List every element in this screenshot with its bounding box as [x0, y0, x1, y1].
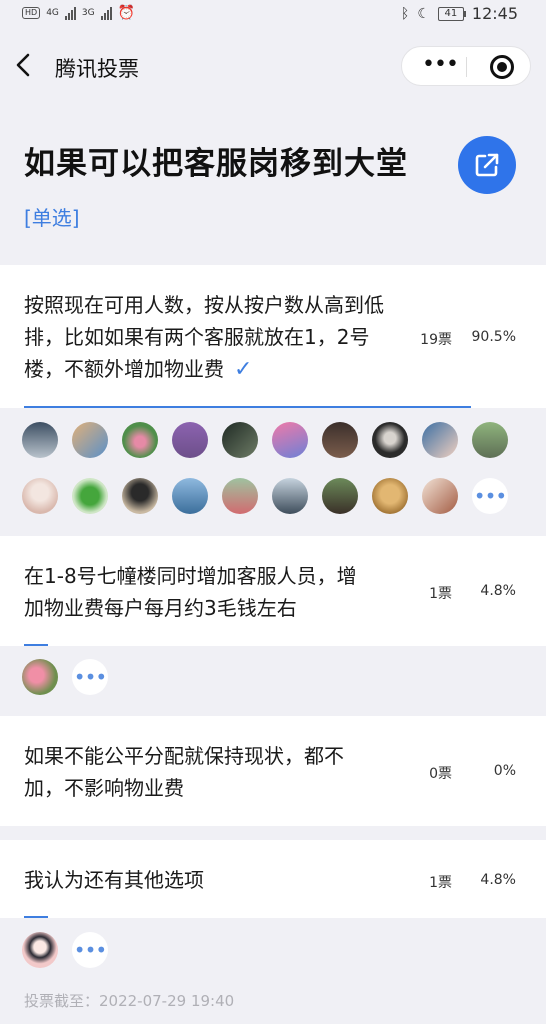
option-card[interactable]: 在1-8号七幢楼同时增加客服人员，增加物业费每户每月约3毛钱左右 1票 4.8% — [0, 536, 546, 646]
voter-avatars: ••• — [22, 659, 108, 695]
share-button[interactable] — [458, 136, 516, 194]
check-icon: ✓ — [234, 357, 253, 382]
status-right: ᛒ ☾ 41 12:45 — [401, 4, 518, 23]
option-label: 如果不能公平分配就保持现状，都不加，不影响物业费 — [24, 744, 344, 800]
bluetooth-icon: ᛒ — [400, 5, 410, 22]
network-label-2: 3G — [81, 8, 95, 18]
network-label-1: 4G — [46, 8, 59, 18]
avatar[interactable] — [172, 422, 208, 458]
avatar[interactable] — [422, 478, 458, 514]
external-link-icon — [475, 153, 499, 177]
vote-deadline: 投票截至：2022-07-29 19:40 — [24, 992, 235, 1010]
avatar[interactable] — [172, 478, 208, 514]
voter-avatars — [22, 422, 508, 458]
option-label: 在1-8号七幢楼同时增加客服人员，增加物业费每户每月约3毛钱左右 — [24, 564, 357, 620]
avatar[interactable] — [22, 932, 58, 968]
progress-fill — [24, 644, 48, 646]
avatar[interactable] — [22, 659, 58, 695]
option-card[interactable]: 按照现在可用人数，按从按户数从高到低排，比如如果有两个客服就放在1，2号楼，不额… — [0, 265, 546, 408]
avatar[interactable] — [372, 478, 408, 514]
battery-icon: 41 — [437, 6, 466, 21]
progress-bar — [24, 406, 518, 408]
avatar[interactable] — [222, 422, 258, 458]
moon-icon: ☾ — [417, 5, 430, 22]
voter-avatars: ••• — [22, 932, 108, 968]
vote-type-label: [单选] — [24, 206, 80, 230]
clock: 12:45 — [471, 4, 518, 23]
progress-fill — [24, 916, 48, 918]
chevron-left-icon[interactable] — [14, 50, 34, 86]
avatar[interactable] — [272, 422, 308, 458]
progress-fill — [24, 406, 472, 408]
avatar[interactable] — [322, 422, 358, 458]
option-votes: 19票 — [420, 332, 452, 348]
option-percent: 0% — [493, 763, 516, 779]
option-percent: 90.5% — [471, 329, 516, 345]
progress-bar — [24, 644, 518, 646]
mini-program-capsule: ••• — [401, 46, 531, 86]
nav-title: 腾讯投票 — [55, 57, 139, 81]
status-left: HD 4G 3G ⏰ — [22, 5, 135, 21]
progress-bar — [24, 916, 518, 918]
option-label: 按照现在可用人数，按从按户数从高到低排，比如如果有两个客服就放在1，2号楼，不额… — [24, 293, 384, 381]
option-label: 我认为还有其他选项 — [24, 868, 204, 892]
option-card[interactable]: 我认为还有其他选项 1票 4.8% — [0, 840, 546, 918]
vote-title: 如果可以把客服岗移到大堂 — [24, 146, 408, 182]
avatar[interactable] — [72, 478, 108, 514]
more-dots-icon[interactable]: ••• — [422, 54, 459, 76]
status-bar: HD 4G 3G ⏰ ᛒ ☾ 41 12:45 — [0, 0, 546, 28]
avatar[interactable] — [122, 478, 158, 514]
option-votes: 1票 — [429, 875, 452, 891]
more-avatars-button[interactable]: ••• — [472, 478, 508, 514]
signal-icon-2 — [100, 6, 112, 20]
avatar[interactable] — [222, 478, 258, 514]
avatar[interactable] — [422, 422, 458, 458]
avatar[interactable] — [322, 478, 358, 514]
option-votes: 0票 — [429, 766, 452, 782]
avatar[interactable] — [122, 422, 158, 458]
avatar[interactable] — [22, 478, 58, 514]
more-avatars-button[interactable]: ••• — [72, 659, 108, 695]
avatar[interactable] — [272, 478, 308, 514]
option-percent: 4.8% — [480, 872, 516, 888]
voter-avatars: ••• — [22, 478, 508, 514]
option-percent: 4.8% — [480, 583, 516, 599]
avatar[interactable] — [472, 422, 508, 458]
capsule-divider — [466, 57, 467, 77]
signal-icon — [64, 6, 76, 20]
alarm-icon: ⏰ — [117, 5, 136, 21]
hd-badge: HD — [22, 7, 41, 19]
avatar[interactable] — [72, 422, 108, 458]
option-text: 按照现在可用人数，按从按户数从高到低排，比如如果有两个客服就放在1，2号楼，不额… — [24, 289, 384, 386]
target-circle-icon[interactable] — [490, 55, 514, 79]
avatar[interactable] — [22, 422, 58, 458]
option-card[interactable]: 如果不能公平分配就保持现状，都不加，不影响物业费 0票 0% — [0, 716, 546, 826]
avatar[interactable] — [372, 422, 408, 458]
nav-bar: 腾讯投票 ••• — [0, 44, 546, 88]
option-votes: 1票 — [429, 586, 452, 602]
more-avatars-button[interactable]: ••• — [72, 932, 108, 968]
